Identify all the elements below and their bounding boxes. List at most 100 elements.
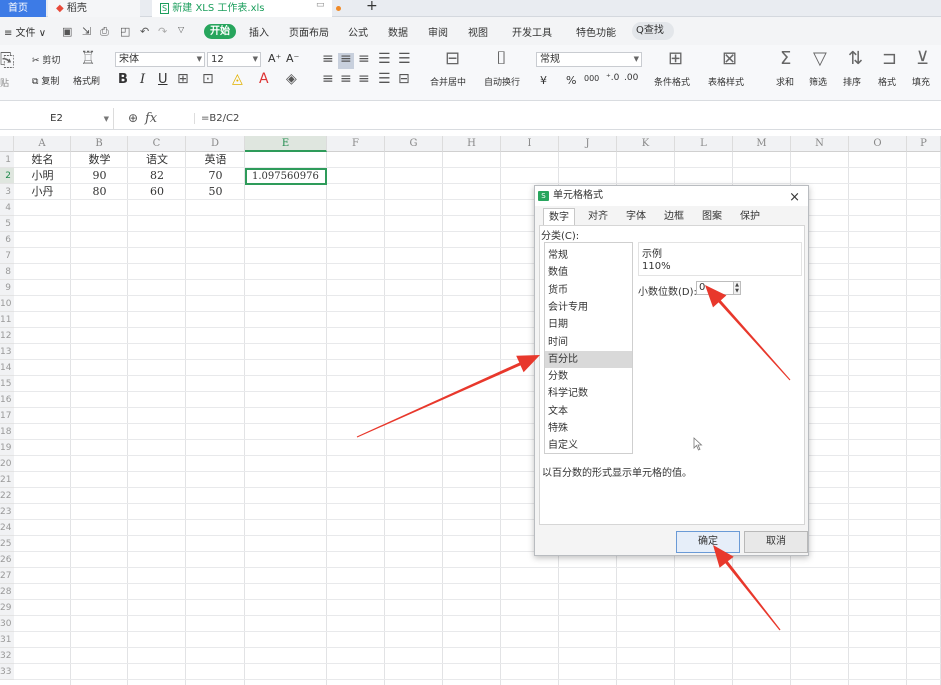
copy-button[interactable]: ⧉ 复制 xyxy=(32,74,59,87)
category-item[interactable]: 分数 xyxy=(545,368,632,385)
fx-icon[interactable]: fx xyxy=(145,111,157,126)
align-left-icon[interactable]: ≡ xyxy=(322,71,334,87)
thousands-button[interactable]: 000 xyxy=(584,74,599,83)
dialog-title-bar[interactable]: S 单元格格式 × xyxy=(535,186,808,206)
column-header-c[interactable]: C xyxy=(128,136,186,152)
font-name-select[interactable]: 宋体 ▼ xyxy=(115,52,205,67)
cell-b1[interactable]: 数学 xyxy=(71,152,128,168)
row-header-24[interactable]: 24 xyxy=(0,520,14,536)
tab-start[interactable]: 开始 xyxy=(204,24,236,39)
row-header-6[interactable]: 6 xyxy=(0,232,14,248)
indent-icon[interactable]: ☰ xyxy=(378,51,391,67)
column-header-n[interactable]: N xyxy=(791,136,849,152)
sort-icon[interactable]: ⇅ xyxy=(848,48,863,69)
row-header-16[interactable]: 16 xyxy=(0,392,14,408)
row-header-9[interactable]: 9 xyxy=(0,280,14,296)
row-header-8[interactable]: 8 xyxy=(0,264,14,280)
wrap-text-icon[interactable]: ⌷ xyxy=(496,48,507,69)
row-header-13[interactable]: 13 xyxy=(0,344,14,360)
table-style-icon[interactable]: ⊠ xyxy=(722,48,737,69)
category-item[interactable]: 货币 xyxy=(545,282,632,299)
justify-icon[interactable]: ☰ xyxy=(378,71,391,87)
selected-cell-e2[interactable]: 1.097560976 xyxy=(245,168,327,185)
category-item[interactable]: 数值 xyxy=(545,264,632,281)
cell-d1[interactable]: 英语 xyxy=(186,152,245,168)
category-item[interactable]: 文本 xyxy=(545,403,632,420)
border-icon[interactable]: ⊞ xyxy=(177,71,189,87)
conditional-format-icon[interactable]: ⊞ xyxy=(668,48,683,69)
font-grow-button[interactable]: A⁺ xyxy=(268,52,281,65)
column-header-f[interactable]: F xyxy=(327,136,385,152)
cell-c1[interactable]: 语文 xyxy=(128,152,186,168)
column-header-o[interactable]: O xyxy=(849,136,907,152)
fill-icon[interactable]: ⊻ xyxy=(916,48,929,69)
align-middle-icon[interactable]: ≡ xyxy=(340,51,352,67)
cell-a1[interactable]: 姓名 xyxy=(14,152,71,168)
tab-daoke[interactable]: ◆ 稻壳 xyxy=(48,0,140,17)
row-header-25[interactable]: 25 xyxy=(0,536,14,552)
row-header-14[interactable]: 14 xyxy=(0,360,14,376)
paste-icon[interactable]: ⎘ xyxy=(0,50,14,71)
number-format-select[interactable]: 常规 ▼ xyxy=(536,52,642,67)
row-header-23[interactable]: 23 xyxy=(0,504,14,520)
format-painter-icon[interactable]: ♖ xyxy=(80,48,96,69)
undo-icon[interactable]: ↶ xyxy=(140,25,149,38)
underline-button[interactable]: U xyxy=(158,72,168,87)
row-header-33[interactable]: 33 xyxy=(0,664,14,680)
font-color-icon[interactable]: A xyxy=(259,71,269,87)
align-bottom-icon[interactable]: ≡ xyxy=(358,51,370,67)
tab-data[interactable]: 数据 xyxy=(388,24,408,39)
tab-home[interactable]: 首页 xyxy=(0,0,46,17)
format-icon[interactable]: ⊐ xyxy=(882,48,897,69)
category-item[interactable]: 时间 xyxy=(545,334,632,351)
row-header-20[interactable]: 20 xyxy=(0,456,14,472)
tab-font[interactable]: 字体 xyxy=(621,208,651,226)
column-header-h[interactable]: H xyxy=(443,136,501,152)
category-item[interactable]: 特殊 xyxy=(545,420,632,437)
column-header-p[interactable]: P xyxy=(907,136,941,152)
category-item[interactable]: 自定义 xyxy=(545,437,632,454)
clear-icon[interactable]: ◈ xyxy=(286,71,297,87)
tab-protection[interactable]: 保护 xyxy=(735,208,765,226)
fill-pattern-icon[interactable]: ⊡ xyxy=(202,71,214,87)
row-header-18[interactable]: 18 xyxy=(0,424,14,440)
formula-input[interactable]: =B2/C2 xyxy=(194,113,239,124)
row-header-29[interactable]: 29 xyxy=(0,600,14,616)
column-header-e[interactable]: E xyxy=(245,136,327,152)
name-box[interactable]: E2 ▼ xyxy=(0,108,114,130)
category-item[interactable]: 日期 xyxy=(545,316,632,333)
row-header-1[interactable]: 1 xyxy=(0,152,14,168)
pin-icon[interactable]: ▭ xyxy=(316,0,325,10)
row-header-21[interactable]: 21 xyxy=(0,472,14,488)
category-item[interactable]: 科学记数 xyxy=(545,385,632,402)
outdent-icon[interactable]: ☰ xyxy=(398,51,411,67)
row-header-11[interactable]: 11 xyxy=(0,312,14,328)
print-icon[interactable]: ⎙ xyxy=(100,25,109,39)
row-header-32[interactable]: 32 xyxy=(0,648,14,664)
category-item[interactable]: 百分比 xyxy=(545,350,632,368)
sort-button[interactable]: 排序 xyxy=(843,75,861,88)
cell-c3[interactable]: 60 xyxy=(128,184,186,200)
row-header-3[interactable]: 3 xyxy=(0,184,14,200)
export-icon[interactable]: ⇲ xyxy=(82,25,91,38)
tab-alignment[interactable]: 对齐 xyxy=(583,208,613,226)
column-header-g[interactable]: G xyxy=(385,136,443,152)
filter-button[interactable]: 筛选 xyxy=(809,75,827,88)
file-menu[interactable]: ≡ 文件 ∨ xyxy=(4,24,46,39)
increase-decimal-icon[interactable]: ⁺.0 xyxy=(606,73,619,83)
redo-icon[interactable]: ↷ xyxy=(158,25,167,38)
tab-border[interactable]: 边框 xyxy=(659,208,689,226)
fill-button[interactable]: 填充 xyxy=(912,75,930,88)
currency-button[interactable]: ¥ xyxy=(540,74,547,87)
column-header-m[interactable]: M xyxy=(733,136,791,152)
select-all-corner[interactable] xyxy=(0,136,14,152)
ok-button[interactable]: 确定 xyxy=(676,531,740,553)
row-header-5[interactable]: 5 xyxy=(0,216,14,232)
cell-b2[interactable]: 90 xyxy=(71,168,128,184)
chevron-down-icon[interactable]: ▽ xyxy=(178,25,184,34)
row-header-22[interactable]: 22 xyxy=(0,488,14,504)
tab-formula[interactable]: 公式 xyxy=(348,24,368,39)
align-center-icon[interactable]: ≡ xyxy=(340,71,352,87)
sum-button[interactable]: 求和 xyxy=(776,75,794,88)
row-header-31[interactable]: 31 xyxy=(0,632,14,648)
